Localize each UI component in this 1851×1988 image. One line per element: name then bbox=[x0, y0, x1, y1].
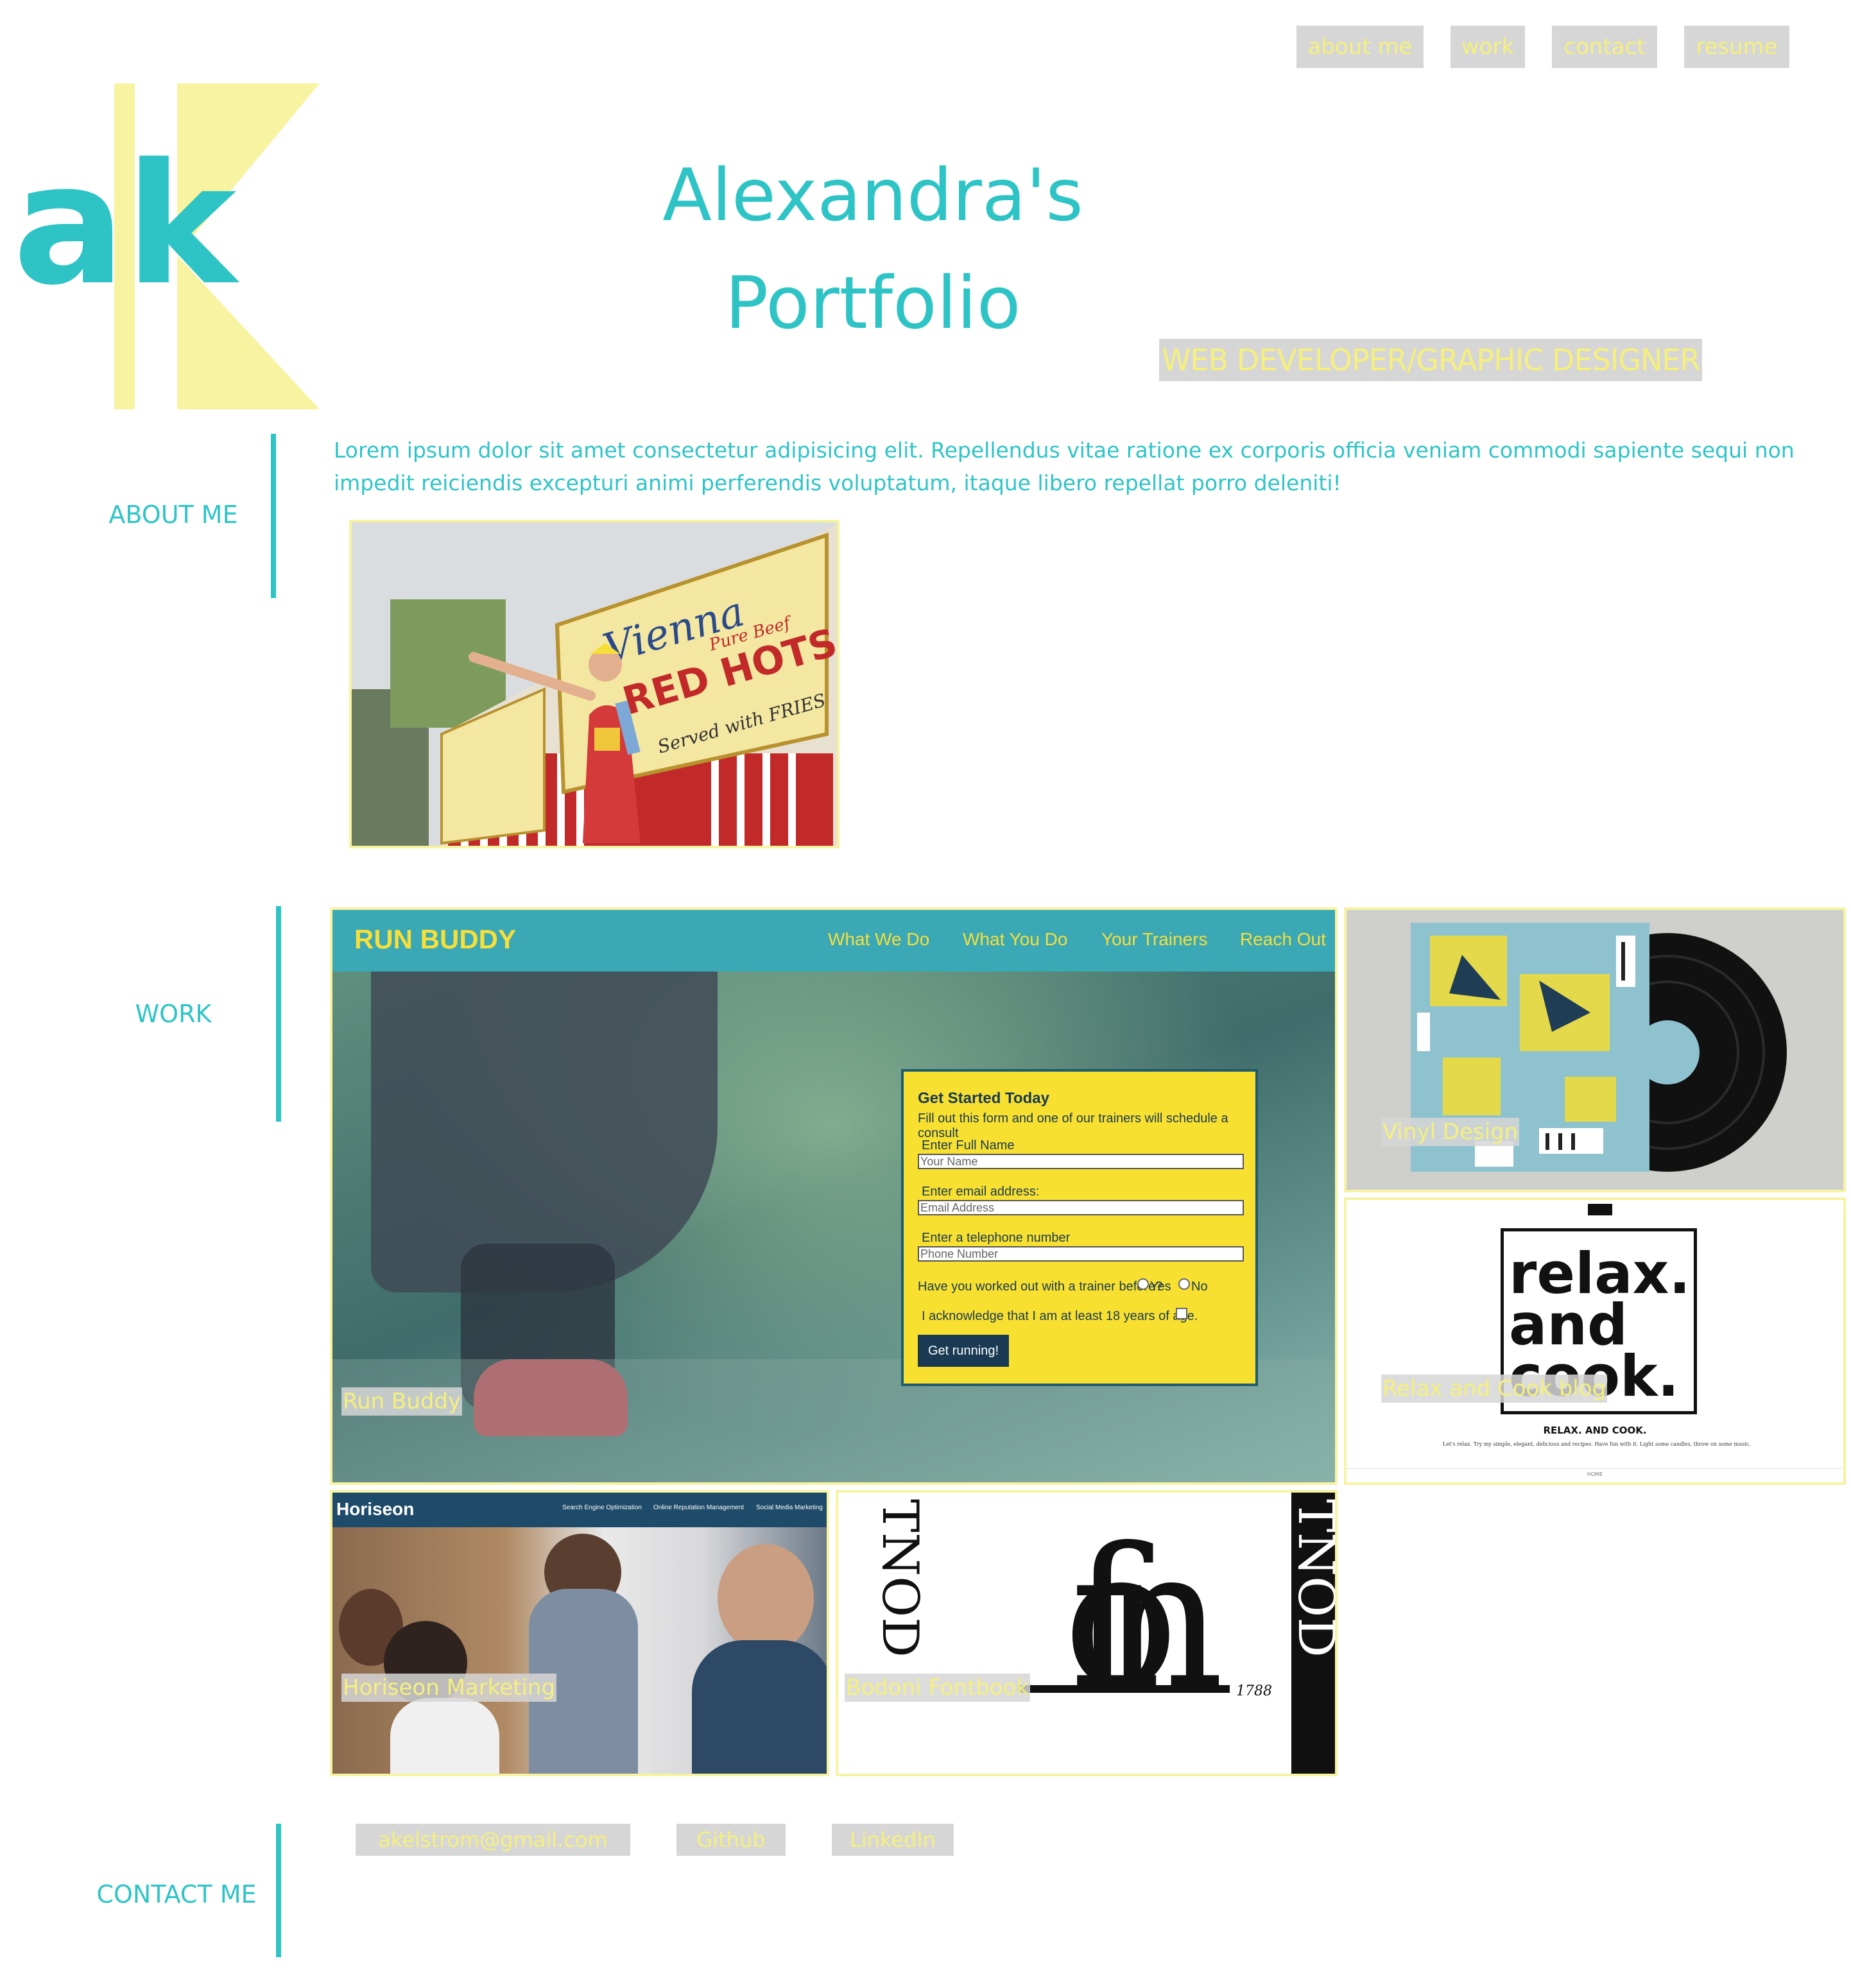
rb-submit-button: Get running! bbox=[918, 1335, 1009, 1367]
horiseon-header: Horiseon Search Engine Optimization Onli… bbox=[332, 1493, 827, 1527]
page-title-line1: Alexandra's bbox=[662, 154, 1083, 237]
work-divider bbox=[276, 906, 281, 1122]
nav-about-me[interactable]: about me bbox=[1296, 26, 1424, 68]
rb-nav-your-trainers: Your Trainers bbox=[1101, 929, 1208, 949]
svg-text:TNOD: TNOD bbox=[871, 1499, 929, 1658]
project-title-bodoni-fontbook: Bodoni Fontbook bbox=[845, 1674, 1031, 1702]
project-relax-and-cook[interactable]: relax. and cook. RELAX. AND COOK. Let's … bbox=[1344, 1197, 1846, 1485]
svg-text:TNOD: TNOD bbox=[1287, 1499, 1335, 1658]
rb-checkbox bbox=[1176, 1308, 1187, 1319]
nav-contact[interactable]: contact bbox=[1552, 26, 1657, 68]
contact-divider bbox=[276, 1824, 281, 1957]
rb-form: Get Started Today Fill out this form and… bbox=[901, 1069, 1258, 1386]
about-text: Lorem ipsum dolor sit amet consectetur a… bbox=[334, 438, 1795, 495]
nav-resume[interactable]: resume bbox=[1684, 26, 1789, 68]
project-bodoni-fontbook[interactable]: TNOD TNOD fon 1788 Bodoni Fontbook bbox=[836, 1490, 1338, 1776]
page-subtitle: WEB DEVELOPER/GRAPHIC DESIGNER bbox=[1159, 339, 1703, 381]
nav-work[interactable]: work bbox=[1451, 26, 1525, 68]
rb-logo: RUN BUDDY bbox=[354, 924, 516, 954]
rb-nav-what-we-do: What We Do bbox=[828, 929, 930, 949]
relax-search-bar bbox=[1588, 1204, 1612, 1215]
rb-radio-yes bbox=[1137, 1278, 1149, 1290]
ak-logo: ak bbox=[13, 83, 320, 409]
rb-nav-reach-out: Reach Out bbox=[1240, 929, 1326, 949]
about-photo: Vienna Pure Beef RED HOTS Served with FR… bbox=[349, 520, 839, 848]
project-vinyl-design[interactable]: Vinyl Design bbox=[1344, 907, 1846, 1192]
project-title-run-buddy: Run Buddy bbox=[341, 1387, 463, 1416]
work-label: WORK bbox=[135, 1000, 212, 1028]
contact-email-link[interactable]: akelstrom@gmail.com bbox=[356, 1824, 630, 1856]
logo-text: ak bbox=[13, 128, 240, 322]
svg-text:fon: fon bbox=[1063, 1507, 1224, 1731]
rb-radio-no bbox=[1178, 1278, 1190, 1290]
svg-text:1788: 1788 bbox=[1236, 1683, 1272, 1699]
project-horiseon[interactable]: Horiseon Search Engine Optimization Onli… bbox=[330, 1490, 829, 1776]
page-title-line2: Portfolio bbox=[725, 262, 1021, 345]
rb-header: RUN BUDDY What We Do What You Do Your Tr… bbox=[332, 910, 1335, 972]
about-label: ABOUT ME bbox=[108, 501, 238, 529]
project-title-vinyl-design: Vinyl Design bbox=[1381, 1118, 1520, 1146]
about-divider bbox=[271, 434, 276, 598]
project-run-buddy[interactable]: RUN BUDDY What We Do What You Do Your Tr… bbox=[330, 907, 1338, 1485]
project-title-horiseon: Horiseon Marketing bbox=[341, 1674, 557, 1702]
contact-label: CONTACT ME bbox=[96, 1880, 257, 1908]
rb-nav-what-you-do: What You Do bbox=[963, 929, 1068, 949]
project-title-relax-and-cook: Relax and Cook blog bbox=[1381, 1375, 1608, 1403]
contact-linkedin-link[interactable]: LinkedIn bbox=[832, 1824, 954, 1856]
contact-github-link[interactable]: Github bbox=[676, 1824, 786, 1856]
